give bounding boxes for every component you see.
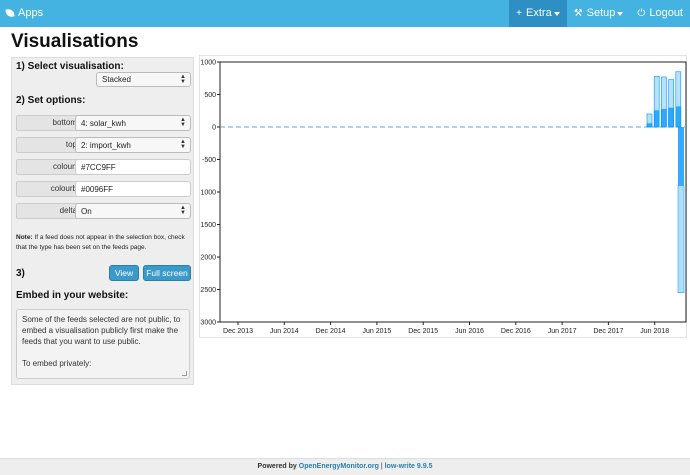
x-tick-label: Jun 2014 bbox=[270, 328, 299, 335]
stacked-bar-chart: 1000 500 0 -500 -1000 -1500 -2000 -2500 -3000 De… bbox=[198, 60, 687, 335]
feed-note: Note: If a feed does not appear in the s… bbox=[16, 233, 192, 253]
y-tick-label: -2000 bbox=[200, 255, 216, 262]
colourt-input[interactable]: #7CC9FF bbox=[75, 159, 191, 175]
visualisation-value: Stacked bbox=[102, 75, 131, 84]
version-link[interactable]: low-write 9.9.5 bbox=[385, 463, 433, 470]
caret-down-icon bbox=[553, 11, 560, 16]
x-tick-label: Jun 2017 bbox=[548, 328, 577, 335]
visualisation-select[interactable]: Stacked ▲ ▼ bbox=[96, 72, 191, 87]
bar-bottom bbox=[668, 107, 674, 128]
leaf-icon bbox=[5, 8, 15, 18]
y-tick-label: -500 bbox=[202, 157, 216, 164]
bar-negative-top bbox=[677, 185, 685, 293]
plot-area bbox=[219, 61, 687, 323]
y-tick-label: -3000 bbox=[200, 320, 216, 327]
y-tick-label: 500 bbox=[204, 92, 216, 99]
option-label-delta: delta bbox=[16, 203, 84, 219]
x-tick-label: Jun 2016 bbox=[455, 328, 484, 335]
embed-code-textarea[interactable]: Some of the feeds selected are not publi… bbox=[16, 309, 190, 379]
note-label: Note: bbox=[16, 234, 33, 241]
embed-text-private: To embed privately: bbox=[22, 359, 92, 368]
embed-title: Embed in your website: bbox=[16, 290, 129, 301]
select-arrows-icon: ▲ ▼ bbox=[180, 73, 186, 85]
option-label-bottom: bottom bbox=[16, 115, 84, 131]
top-feed-value: 2: import_kwh bbox=[81, 140, 131, 150]
setup-label: Setup bbox=[586, 7, 616, 19]
top-navbar: Apps + Extra ⚒ Setup ⏻ Logout bbox=[0, 0, 690, 27]
fullscreen-button[interactable]: Full screen bbox=[143, 265, 191, 281]
top-feed-select[interactable]: 2: import_kwh ▲ ▼ bbox=[75, 137, 191, 153]
caret-down-icon bbox=[617, 11, 624, 16]
y-tick-label: -2500 bbox=[200, 287, 216, 294]
plus-icon: + bbox=[516, 8, 523, 19]
x-tick-label: Dec 2017 bbox=[593, 328, 623, 335]
apps-menu[interactable]: Apps bbox=[5, 0, 44, 27]
apps-label: Apps bbox=[18, 7, 44, 19]
y-tick-label: -1500 bbox=[200, 222, 216, 229]
page-title: Visualisations bbox=[11, 31, 139, 52]
footer-powered: Powered by bbox=[257, 463, 299, 470]
x-tick-label: Dec 2013 bbox=[223, 328, 253, 335]
x-tick-label: Dec 2016 bbox=[501, 328, 531, 335]
bar-bottom bbox=[675, 106, 682, 128]
x-tick-label: Dec 2014 bbox=[316, 328, 346, 335]
bar-bottom bbox=[661, 109, 667, 128]
section-3: 3) bbox=[16, 268, 25, 279]
view-button[interactable]: View bbox=[109, 265, 139, 281]
footer: Powered by OpenEnergyMonitor.org | low-w… bbox=[0, 458, 690, 475]
visualisation-chart[interactable]: 1000 500 0 -500 -1000 -1500 -2000 -2500 -3000 De… bbox=[198, 55, 687, 338]
setup-menu[interactable]: ⚒ Setup bbox=[567, 0, 631, 27]
wrench-icon: ⚒ bbox=[573, 8, 583, 19]
power-icon: ⏻ bbox=[637, 8, 646, 19]
delta-select[interactable]: On ▲ ▼ bbox=[75, 203, 191, 219]
extra-label: Extra bbox=[526, 7, 552, 19]
x-tick-label: Dec 2015 bbox=[408, 328, 438, 335]
embed-text-public: Some of the feeds selected are not publi… bbox=[22, 315, 181, 346]
section-set-options: 2) Set options: bbox=[16, 95, 86, 106]
y-tick-label: -1000 bbox=[200, 190, 216, 197]
y-tick-label: 0 bbox=[212, 125, 216, 132]
bar-bottom bbox=[646, 123, 653, 128]
options-panel: 1) Select visualisation: Stacked ▲ ▼ 2) S… bbox=[11, 57, 194, 385]
select-arrows-icon: ▲ ▼ bbox=[180, 205, 186, 216]
logout-label: Logout bbox=[649, 7, 683, 19]
select-arrows-icon: ▲ ▼ bbox=[180, 139, 186, 150]
openenergymonitor-link[interactable]: OpenEnergyMonitor.org bbox=[299, 463, 379, 470]
extra-menu[interactable]: + Extra bbox=[509, 0, 567, 27]
resize-handle-icon[interactable] bbox=[182, 371, 187, 376]
x-tick-label: Jun 2015 bbox=[362, 328, 391, 335]
x-tick-label: Jun 2018 bbox=[640, 328, 669, 335]
y-tick-label: 1000 bbox=[200, 60, 216, 67]
section-select-visualisation: 1) Select visualisation: bbox=[16, 61, 124, 72]
bottom-feed-select[interactable]: 4: solar_kwh ▲ ▼ bbox=[75, 115, 191, 131]
bar-negative-bottom bbox=[678, 127, 684, 186]
logout-link[interactable]: ⏻ Logout bbox=[630, 0, 690, 27]
bottom-feed-value: 4: solar_kwh bbox=[81, 118, 126, 128]
delta-value: On bbox=[81, 206, 92, 216]
bar-bottom bbox=[653, 110, 660, 128]
colourb-input[interactable]: #0096FF bbox=[75, 181, 191, 197]
select-arrows-icon: ▲ ▼ bbox=[180, 117, 186, 128]
option-label-top: top bbox=[16, 137, 84, 153]
option-label-colourb: colourb bbox=[16, 181, 84, 197]
note-text: If a feed does not appear in the selecti… bbox=[16, 234, 185, 251]
option-label-colourt: colourt bbox=[16, 159, 84, 175]
